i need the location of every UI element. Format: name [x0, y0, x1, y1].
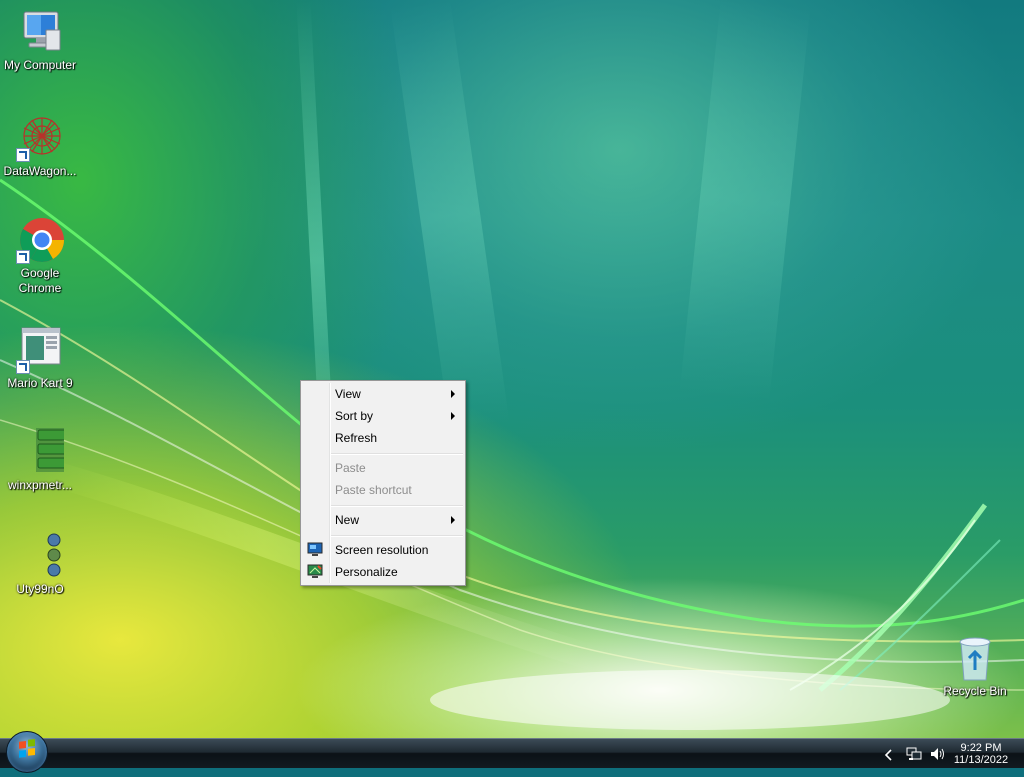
desktop-icon-my-computer[interactable]: My Computer: [0, 8, 80, 73]
menu-item-new[interactable]: New: [303, 509, 463, 531]
notification-area: 9:22 PM 11/13/2022: [874, 739, 1024, 769]
shortcut-arrow-icon: [16, 360, 30, 374]
shortcut-arrow-icon: [16, 250, 30, 264]
datawagon-icon: [16, 114, 64, 162]
network-icon[interactable]: [906, 747, 922, 766]
windows-logo-icon: [19, 739, 35, 758]
submenu-arrow-icon: [451, 390, 455, 398]
clock-time: 9:22 PM: [960, 742, 1002, 754]
desktop-icon-uty99no[interactable]: Uty99nO: [0, 532, 80, 597]
menu-item-paste-shortcut: Paste shortcut: [303, 479, 463, 501]
volume-icon[interactable]: [930, 747, 946, 766]
menu-item-label: Screen resolution: [335, 543, 429, 557]
desktop-icon-recycle-bin[interactable]: Recycle Bin: [935, 634, 1015, 699]
menu-item-label: View: [335, 387, 361, 401]
desktop-icon-winxpmetr[interactable]: winxpmetr...: [0, 428, 80, 493]
start-buttons-icon: [16, 428, 68, 476]
taskbar-clock[interactable]: 9:22 PM 11/13/2022: [946, 742, 1016, 766]
desktop-icon-google-chrome[interactable]: Google Chrome: [0, 216, 80, 296]
desktop-icon-label: My Computer: [3, 58, 77, 72]
menu-separator: [331, 453, 463, 455]
taskbar: 9:22 PM 11/13/2022: [0, 731, 1024, 773]
recycle-bin-icon: [951, 634, 999, 682]
submenu-arrow-icon: [451, 412, 455, 420]
menu-item-label: Sort by: [335, 409, 374, 423]
menu-item-label: Paste: [335, 461, 366, 475]
menu-item-sort-by[interactable]: Sort by: [303, 405, 463, 427]
desktop-icon-label: Mario Kart 9: [7, 376, 73, 390]
menu-item-paste: Paste: [303, 457, 463, 479]
clock-date: 11/13/2022: [953, 754, 1009, 766]
menu-separator: [331, 505, 463, 507]
menu-item-screen-resolution[interactable]: Screen resolution: [303, 539, 463, 561]
menu-item-refresh[interactable]: Refresh: [303, 427, 463, 449]
menu-item-label: Paste shortcut: [335, 483, 412, 497]
desktop-icon-datawagon[interactable]: DataWagon...: [0, 114, 80, 179]
desktop-icon-label: Uty99nO: [16, 582, 64, 596]
menu-item-view[interactable]: View: [303, 383, 463, 405]
menu-item-personalize[interactable]: Personalize: [303, 561, 463, 583]
menu-item-label: Refresh: [335, 431, 378, 445]
show-hidden-icons-chevron-icon[interactable]: [884, 748, 894, 766]
window-app-icon: [16, 326, 64, 374]
desktop-icon-label: Recycle Bin: [943, 684, 1007, 698]
personalize-icon: [307, 564, 323, 580]
desktop-icon-label: DataWagon...: [3, 164, 77, 178]
menu-item-label: New: [335, 513, 360, 527]
shortcut-arrow-icon: [16, 148, 30, 162]
chrome-icon: [16, 216, 64, 264]
menu-separator: [331, 535, 463, 537]
wallpaper-art: [0, 0, 1024, 730]
start-button[interactable]: [6, 731, 48, 773]
desktop-context-menu: View Sort by Refresh Paste Paste shortcu…: [300, 380, 466, 586]
orbs-icon: [16, 532, 64, 580]
desktop-wallpaper[interactable]: [0, 0, 1024, 738]
submenu-arrow-icon: [451, 516, 455, 524]
desktop-icon-mario-kart-9[interactable]: Mario Kart 9: [0, 326, 80, 391]
screen-resolution-icon: [307, 542, 323, 558]
menu-item-label: Personalize: [335, 565, 398, 579]
desktop-icon-label: Google Chrome: [18, 266, 62, 295]
computer-icon: [16, 8, 64, 56]
desktop-icon-label: winxpmetr...: [7, 478, 73, 492]
